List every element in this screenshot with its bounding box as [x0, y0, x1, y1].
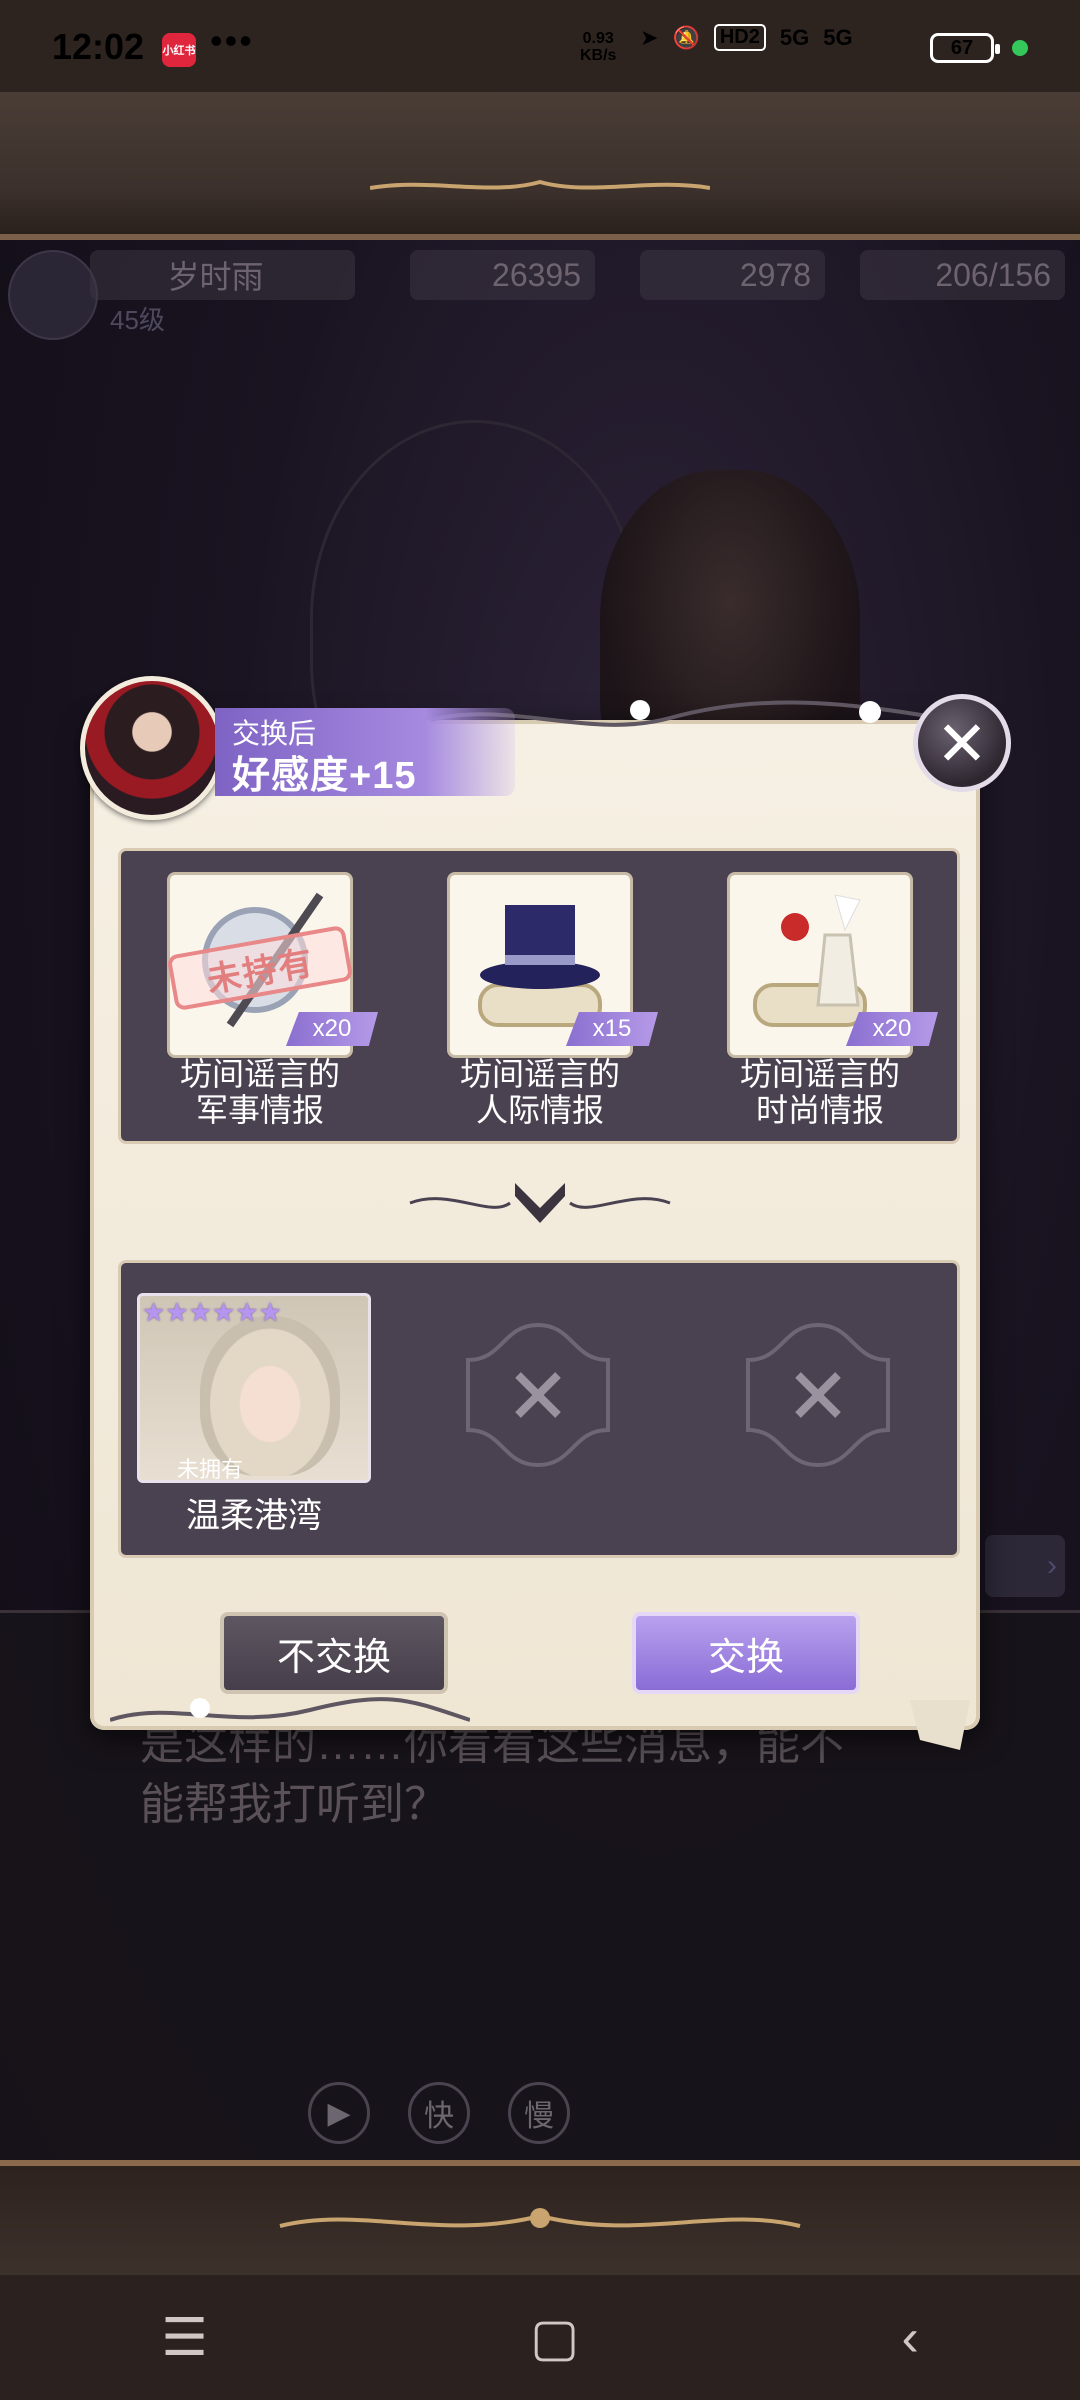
item-label: 坊间谣言的 军事情报 [179, 1056, 340, 1128]
scroll-curl-icon [910, 1700, 970, 1750]
player-avatar[interactable] [8, 250, 98, 340]
network-speed: 0.93 KB/s [580, 30, 617, 64]
item-label: 坊间谣言的 时尚情报 [739, 1056, 900, 1128]
top-frame [0, 92, 1080, 240]
auto-play-icon[interactable]: ▶ [308, 2082, 370, 2144]
menu-icon[interactable]: ☰ [161, 2308, 208, 2368]
empty-slot-icon [463, 1320, 613, 1470]
stamina-counter[interactable]: 206/156 [860, 250, 1065, 300]
item-qty: x20 [846, 1012, 938, 1046]
more-notifications-icon: ••• [210, 20, 254, 61]
gold-counter[interactable]: 26395 [410, 250, 595, 300]
affection-value: 好感度+15 [232, 755, 417, 797]
signal-icon: 5G [779, 24, 810, 50]
system-nav-bar: ☰ ▢ ‹ [0, 2275, 1080, 2400]
card-name: 温柔港湾 [186, 1497, 322, 1535]
down-arrow-divider-icon [409, 1183, 671, 1223]
location-icon: ➤ [640, 24, 659, 50]
app-notification-icon: 小红书 [162, 33, 196, 67]
decline-button[interactable]: 不交换 [220, 1612, 448, 1694]
player-name: 岁时雨 [90, 250, 355, 300]
filigree-ornament-icon [279, 2208, 801, 2228]
home-icon[interactable]: ▢ [530, 2308, 579, 2368]
filigree-ornament-icon [370, 179, 710, 190]
back-icon[interactable]: ‹ [902, 2308, 919, 2368]
status-time: 12:02 [52, 26, 145, 67]
hd-icon: HD2 [713, 24, 766, 51]
character-portrait [80, 676, 224, 820]
status-icons: ➤ 🔕 HD2 5G 5G [640, 24, 853, 51]
side-tab-arrow-icon[interactable]: › [985, 1535, 1065, 1597]
mute-icon: 🔕 [672, 24, 700, 50]
signal-icon: 5G [823, 24, 853, 50]
close-icon[interactable]: ✕ [913, 694, 1011, 792]
activity-dot [1012, 40, 1028, 56]
player-level: 45级 [110, 305, 165, 335]
star-rating-icon: ★★★★★★ [142, 1299, 282, 1325]
fast-button[interactable]: 快 [408, 2082, 470, 2144]
item-qty: x20 [286, 1012, 378, 1046]
gem-counter[interactable]: 2978 [640, 250, 825, 300]
slow-button[interactable]: 慢 [508, 2082, 570, 2144]
item-label: 坊间谣言的 人际情报 [459, 1056, 620, 1128]
empty-slot-icon [743, 1320, 893, 1470]
exchange-button[interactable]: 交换 [632, 1612, 860, 1694]
battery-icon: 67 [930, 33, 1000, 63]
card-status: 未拥有 [177, 1457, 244, 1482]
bottom-frame [0, 2160, 1080, 2275]
item-qty: x15 [566, 1012, 658, 1046]
